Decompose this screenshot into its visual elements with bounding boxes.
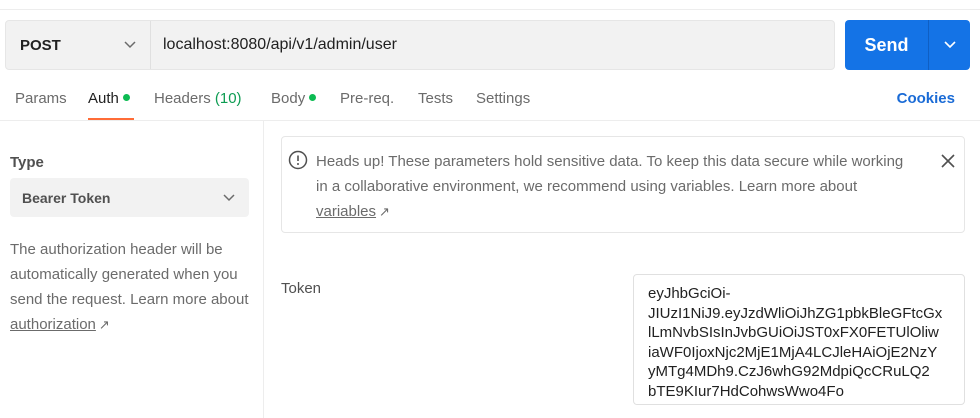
send-button-group: Send (845, 20, 970, 70)
send-options-button[interactable] (929, 20, 970, 70)
chevron-down-icon (943, 41, 956, 49)
request-bar: POST localhost:8080/api/v1/admin/user (5, 20, 835, 70)
tab-params[interactable]: Params (15, 90, 67, 107)
tab-label: Params (15, 90, 67, 107)
external-link-icon: ↗ (379, 204, 390, 219)
notice-message: Heads up! These parameters hold sensitiv… (316, 153, 904, 195)
notice-text: Heads up! These parameters hold sensitiv… (316, 149, 916, 224)
auth-type-panel: Type Bearer Token The authorization head… (0, 121, 264, 418)
tab-settings[interactable]: Settings (476, 90, 530, 107)
auth-type-value: Bearer Token (22, 189, 111, 206)
token-line: yMTg4MDh9.CzJ6whG92MdpiQcCRuLQ2 (648, 363, 930, 380)
status-dot (309, 94, 317, 101)
token-line: bTE9KIur7HdCohwsWwo4Fo (648, 382, 844, 400)
tab-label: Pre-req. (340, 90, 395, 107)
tab-pre-request[interactable]: Pre-req. (340, 90, 394, 107)
method-select[interactable]: POST (6, 21, 151, 69)
token-input[interactable]: eyJhbGciOi- JIUzI1NiJ9.eyJzdWliOiJhZG1pb… (633, 274, 965, 405)
send-button[interactable]: Send (845, 20, 929, 70)
token-line: JIUzI1NiJ9.eyJzdWliOiJhZG1pbkBleGFtcGx (648, 304, 943, 322)
tab-headers[interactable]: Headers (10) (154, 90, 242, 107)
variables-link[interactable]: variables (316, 203, 376, 220)
tab-label: Headers (154, 90, 211, 107)
auth-description: The authorization header will be automat… (10, 237, 260, 337)
external-link-icon: ↗ (98, 317, 110, 332)
status-dot (122, 94, 130, 101)
tab-label: Body (271, 90, 306, 107)
token-label: Token (281, 280, 322, 297)
authorization-link[interactable]: authorization (10, 316, 96, 333)
tab-tests[interactable]: Tests (418, 90, 453, 107)
url-input[interactable]: localhost:8080/api/v1/admin/user (151, 21, 834, 69)
chevron-down-icon (124, 41, 136, 49)
auth-description-text: The authorization header will be automat… (10, 241, 249, 308)
top-divider (0, 9, 980, 10)
tab-label: Tests (418, 90, 454, 107)
type-label: Type (10, 154, 44, 171)
close-icon[interactable] (940, 153, 956, 169)
token-line: eyJhbGciOi- (648, 285, 731, 302)
tab-auth[interactable]: Auth (88, 90, 130, 107)
tab-label: Auth (88, 90, 119, 107)
auth-type-select[interactable]: Bearer Token (10, 178, 249, 217)
tab-body[interactable]: Body (271, 90, 317, 107)
token-line: iaWF0IjoxNjc2MjE1MjA4LCJleHAiOjE2NzY (648, 343, 938, 361)
tab-label: Settings (476, 90, 531, 107)
info-icon (288, 150, 308, 170)
method-label: POST (20, 36, 61, 54)
chevron-down-icon (223, 193, 235, 201)
cookies-link[interactable]: Cookies (897, 90, 955, 107)
request-tabs: Params Auth Headers (10) Body Pre-req. T… (0, 82, 980, 120)
token-line: lLmNvbSIsInJvbGUiOiJST0xFX0FETUlOliw (648, 324, 939, 341)
tab-count: (10) (214, 90, 242, 107)
sensitive-data-notice: Heads up! These parameters hold sensitiv… (281, 136, 965, 233)
